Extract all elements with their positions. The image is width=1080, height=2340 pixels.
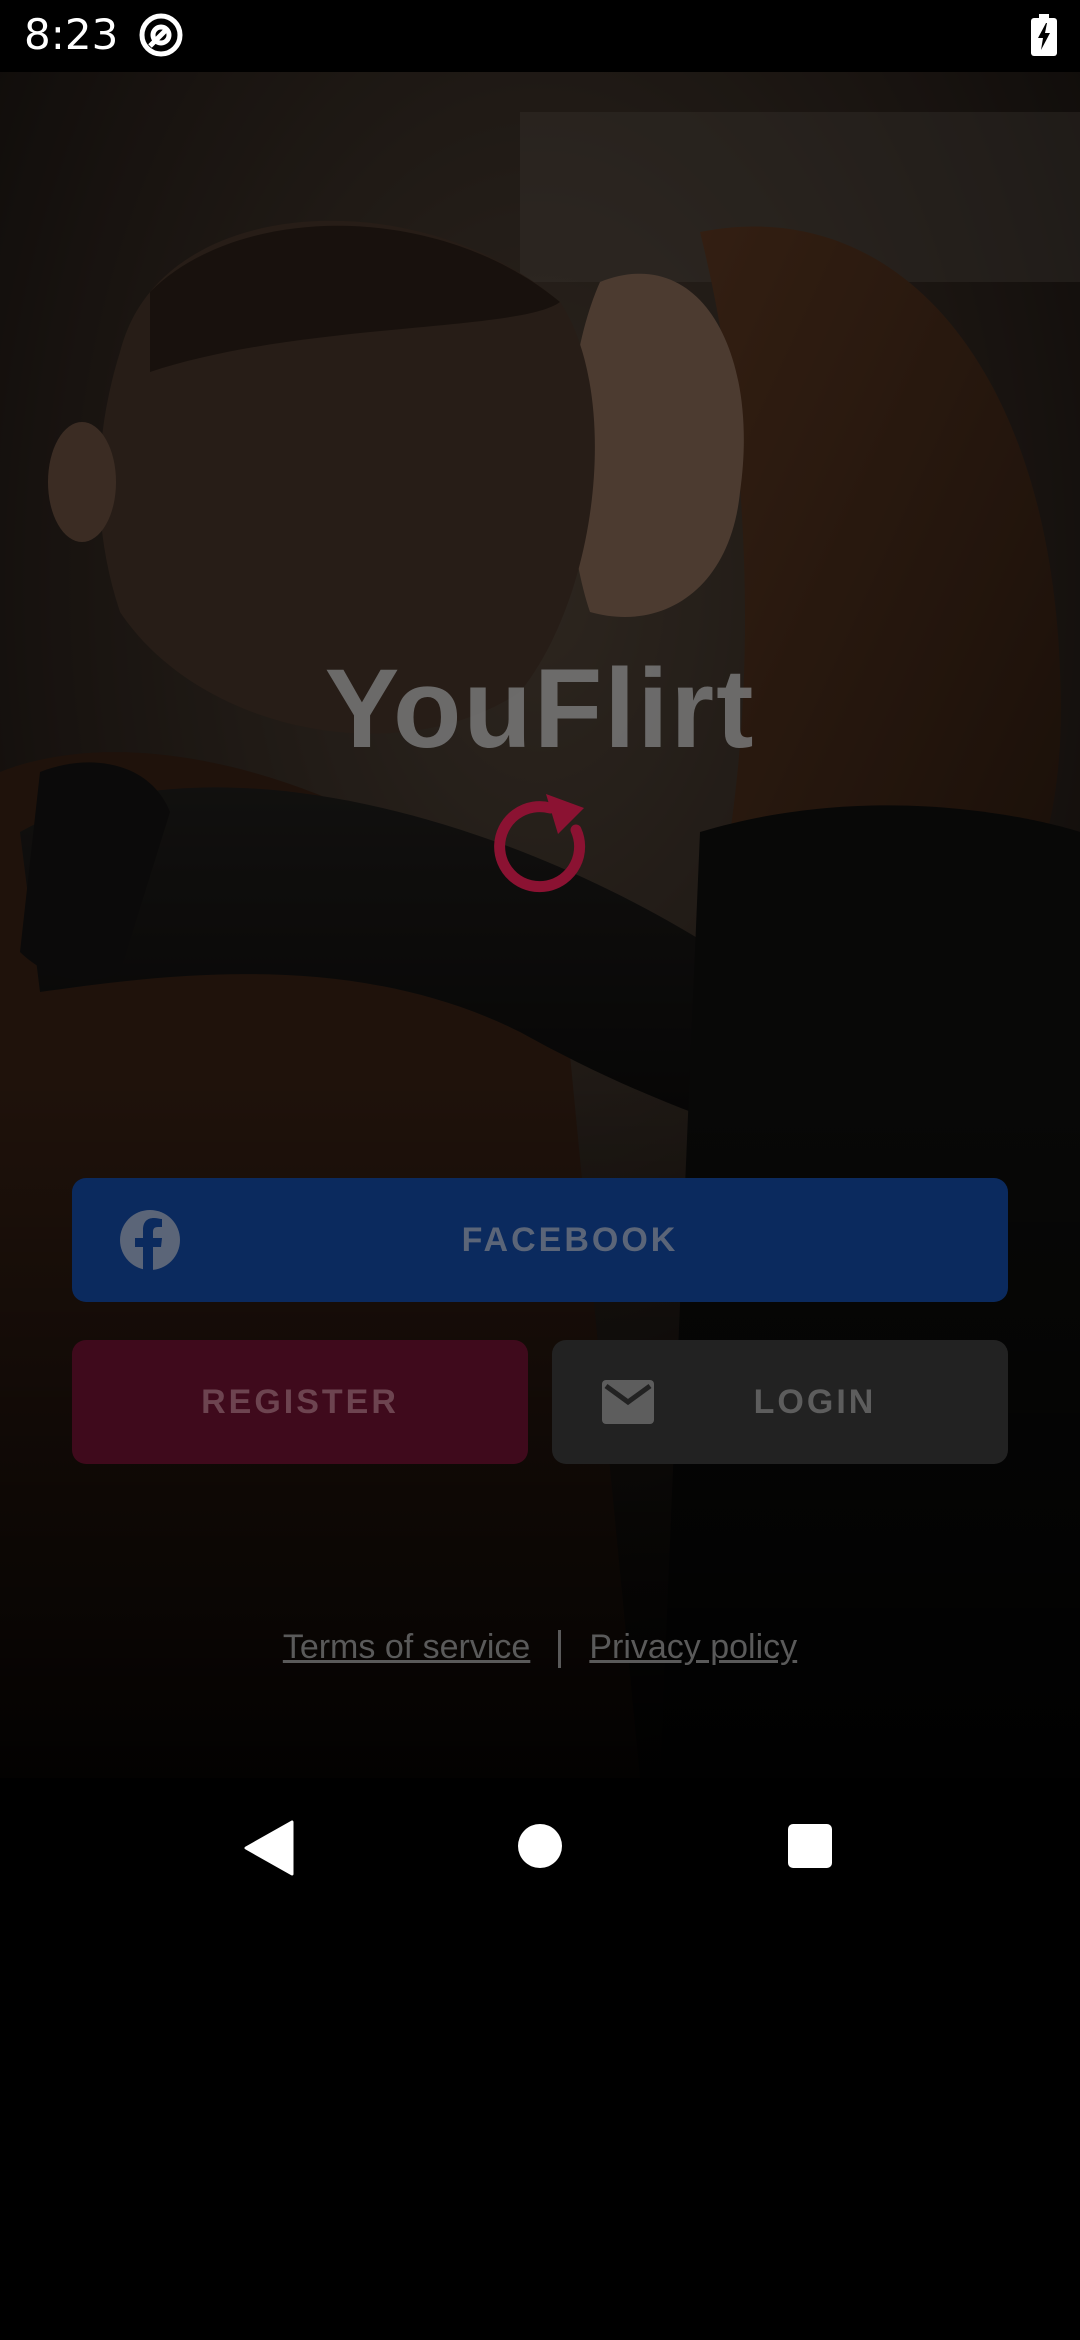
app-area: YouFlirt FACEBOOK REGISTER LOGIN Terms o… xyxy=(0,72,1080,1778)
login-button-label: LOGIN xyxy=(753,1382,877,1421)
register-button[interactable]: REGISTER xyxy=(72,1340,528,1464)
app-title: YouFlirt xyxy=(324,646,756,771)
recents-square-icon[interactable] xyxy=(788,1824,832,1868)
navigation-bar xyxy=(0,1778,1080,1918)
legal-links: Terms of service Privacy policy xyxy=(0,1628,1080,1669)
mail-icon xyxy=(602,1380,654,1424)
screen: 8:23 YouFlirt FACEBOOK REGISTER LOGIN Te… xyxy=(0,0,1080,2340)
at-sign-circle-icon xyxy=(139,13,183,57)
refresh-spinner-icon xyxy=(494,794,586,893)
home-circle-icon[interactable] xyxy=(518,1824,562,1868)
privacy-policy-link[interactable]: Privacy policy xyxy=(589,1628,797,1666)
facebook-icon xyxy=(120,1210,180,1270)
legal-separator xyxy=(558,1630,562,1669)
terms-of-service-link[interactable]: Terms of service xyxy=(283,1628,531,1666)
status-bar: 8:23 xyxy=(0,0,1080,72)
status-time: 8:23 xyxy=(24,10,119,59)
facebook-login-button[interactable]: FACEBOOK xyxy=(72,1178,1008,1302)
back-triangle-icon[interactable] xyxy=(244,1820,294,1876)
facebook-button-label: FACEBOOK xyxy=(461,1220,679,1259)
email-login-button[interactable]: LOGIN xyxy=(552,1340,1008,1464)
register-button-label: REGISTER xyxy=(201,1382,399,1421)
battery-charging-icon xyxy=(1031,14,1057,56)
